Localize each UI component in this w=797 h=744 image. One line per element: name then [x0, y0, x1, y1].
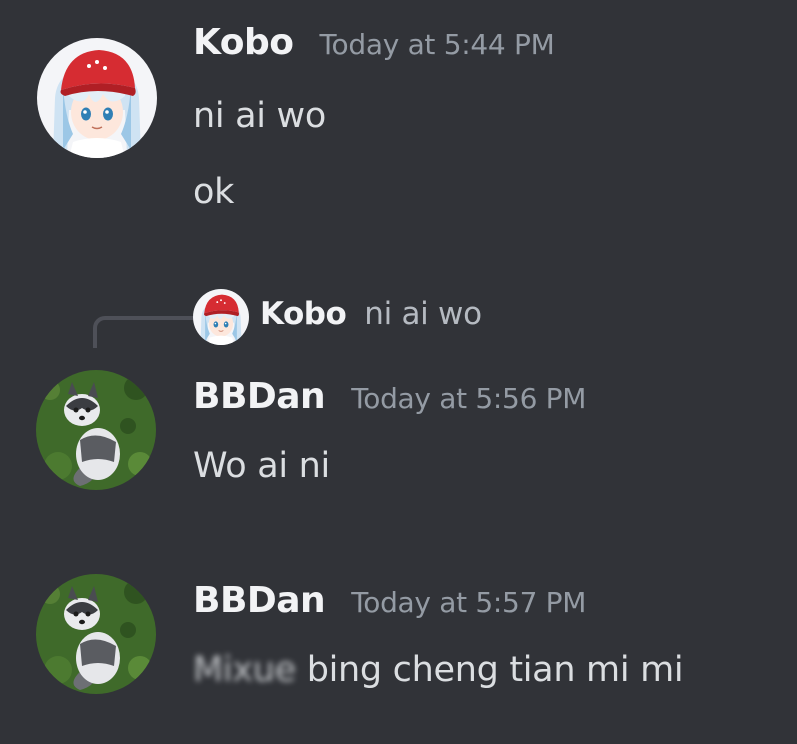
timestamp[interactable]: Today at 5:44 PM — [320, 28, 555, 61]
message-text-content: bing cheng tian mi mi — [306, 650, 684, 690]
user-avatar-bbdan[interactable] — [36, 574, 156, 694]
message-header: BBDan Today at 5:56 PM — [193, 376, 586, 417]
reply-username[interactable]: Kobo — [260, 296, 347, 332]
anime-girl-red-cap-avatar-icon — [193, 289, 249, 345]
reply-preview[interactable]: ni ai wo — [364, 296, 482, 332]
husky-puppy-avatar-icon — [36, 370, 156, 490]
username[interactable]: Kobo — [193, 22, 294, 63]
message-header: Kobo Today at 5:44 PM — [193, 22, 555, 63]
reply-reference[interactable]: Kobo ni ai wo — [260, 296, 482, 332]
anime-girl-red-cap-avatar-icon — [37, 38, 157, 158]
user-avatar-bbdan[interactable] — [36, 370, 156, 490]
message-text: Wo ai ni — [193, 446, 330, 486]
message-text: ok — [193, 172, 235, 212]
reply-avatar-kobo[interactable] — [193, 289, 249, 345]
message-header: BBDan Today at 5:57 PM — [193, 580, 586, 621]
redacted-text: Mixue — [193, 650, 296, 690]
user-avatar-kobo[interactable] — [37, 38, 157, 158]
timestamp[interactable]: Today at 5:56 PM — [351, 382, 586, 415]
username[interactable]: BBDan — [193, 376, 326, 417]
husky-puppy-avatar-icon — [36, 574, 156, 694]
reply-spine — [93, 316, 193, 348]
timestamp[interactable]: Today at 5:57 PM — [351, 586, 586, 619]
message-text: ni ai wo — [193, 96, 326, 136]
message-text: Mixue bing cheng tian mi mi — [193, 650, 684, 690]
username[interactable]: BBDan — [193, 580, 326, 621]
